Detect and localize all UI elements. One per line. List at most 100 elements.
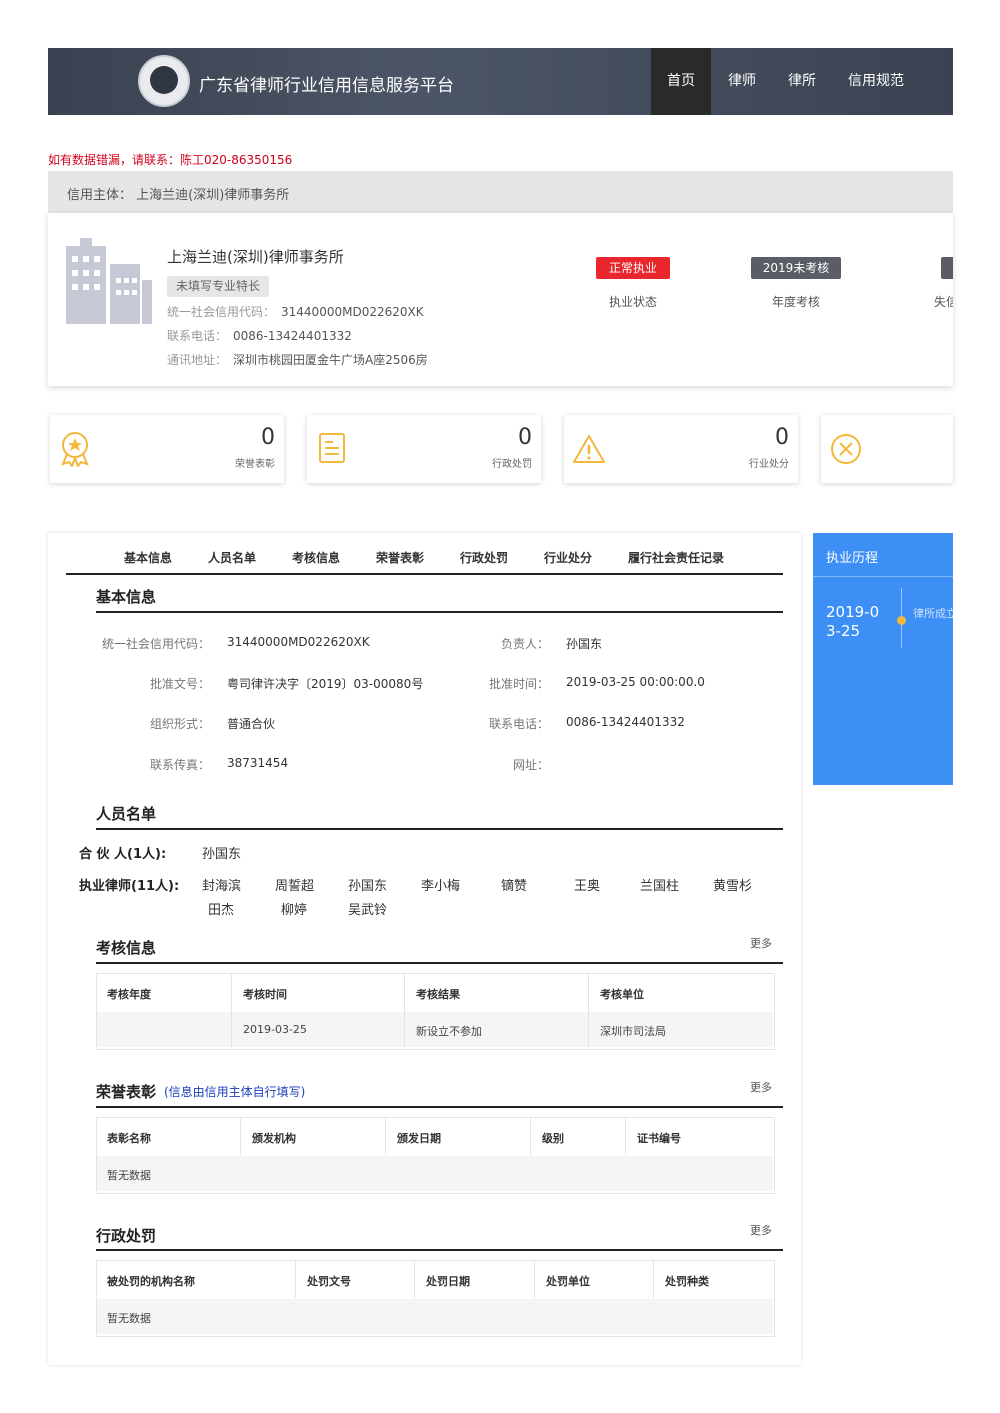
table-row — [97, 1299, 773, 1334]
lawyer-name[interactable]: 镝赞 — [501, 875, 527, 894]
personnel-title: 人员名单 — [96, 805, 157, 823]
lawyer-name[interactable]: 吴武铃 — [348, 899, 387, 918]
lawyer-name[interactable]: 柳婷 — [281, 899, 307, 918]
timeline-dot-icon — [897, 616, 906, 625]
penalties-title: 行政处罚 — [96, 1227, 157, 1245]
lawyer-name[interactable]: 李小梅 — [421, 875, 460, 894]
stat-honors-label: 荣誉表彰 — [235, 459, 275, 470]
stat-industry-sanction-value: 0 — [775, 425, 789, 450]
credit-badge — [941, 257, 953, 279]
tab-industry-sanction[interactable]: 行业处分 — [544, 549, 592, 566]
stat-admin-penalty-label: 行政处罚 — [492, 459, 532, 470]
penalties-col-doc-no: 处罚文号 — [307, 1275, 351, 1288]
stat-honors-value: 0 — [261, 425, 275, 450]
field-principal-value: 孙国东 — [566, 637, 603, 651]
field-website-label: 网址： — [512, 758, 549, 772]
assessment-title: 考核信息 — [96, 939, 157, 957]
field-approval-no-value: 粤司律许决字〔2019〕03-00080号 — [227, 677, 424, 691]
tab-assessment[interactable]: 考核信息 — [292, 549, 340, 566]
annual-label: 年度考核 — [771, 295, 820, 309]
data-error-notice: 如有数据错漏，请联系：陈工020-86350156 — [48, 153, 293, 167]
assessment-cell-time: 2019-03-25 — [243, 1023, 307, 1036]
detail-panel — [48, 533, 801, 1365]
tab-personnel[interactable]: 人员名单 — [208, 549, 256, 566]
lawyer-name[interactable]: 周誓超 — [275, 875, 314, 894]
partners-label: 合 伙 人(1人): — [79, 847, 167, 862]
assessment-col-unit: 考核单位 — [600, 988, 644, 1001]
field-org-form-value: 普通合伙 — [227, 717, 276, 731]
column-divider — [404, 974, 405, 1047]
credit-code-label: 统一社会信用代码： — [167, 305, 276, 319]
annual-badge: 2019未考核 — [751, 257, 841, 279]
column-divider — [414, 1261, 415, 1298]
lawyer-name[interactable]: 孙国东 — [348, 875, 387, 894]
lawyer-name[interactable]: 王奥 — [574, 875, 600, 894]
lawyer-name[interactable]: 田杰 — [208, 899, 234, 918]
honors-col-issuer: 颁发机构 — [252, 1132, 296, 1145]
lawyer-name[interactable]: 黄雪杉 — [713, 875, 752, 894]
honors-title: 荣誉表彰 — [96, 1083, 157, 1101]
basic-info-divider — [96, 611, 783, 613]
subject-line: 信用主体： 上海兰迪(深圳)律师事务所 — [67, 184, 289, 203]
field-fax-label: 联系传真： — [149, 758, 210, 772]
credit-code-value: 31440000MD022620XK — [281, 305, 424, 319]
honors-note: (信息由信用主体自行填写) — [164, 1085, 306, 1099]
specialty-tag: 未填写专业特长 — [167, 276, 270, 297]
nav-credit-rules[interactable]: 信用规范 — [835, 48, 917, 115]
history-panel — [813, 533, 953, 785]
column-divider — [385, 1118, 386, 1155]
lawyer-name[interactable]: 封海滨 — [202, 875, 241, 894]
document-icon — [319, 433, 345, 463]
field-approval-time-value: 2019-03-25 00:00:00.0 — [566, 675, 705, 689]
field-credit-code-value: 31440000MD022620XK — [227, 635, 370, 649]
phone-line: 联系电话： 0086-13424401332 — [167, 327, 352, 344]
column-divider — [295, 1261, 296, 1298]
field-credit-code-label: 统一社会信用代码： — [101, 637, 210, 651]
nav-home[interactable]: 首页 — [651, 48, 711, 115]
honors-more-link[interactable]: 更多 — [750, 1079, 772, 1095]
penalties-col-unit: 处罚单位 — [546, 1275, 590, 1288]
penalties-col-org: 被处罚的机构名称 — [107, 1275, 195, 1288]
column-divider — [653, 1261, 654, 1298]
assessment-divider — [96, 962, 783, 964]
warning-icon — [573, 435, 605, 463]
firm-name: 上海兰迪(深圳)律师事务所 — [167, 248, 344, 266]
column-divider — [534, 1261, 535, 1298]
phone-label: 联系电话： — [167, 329, 228, 343]
penalties-divider — [96, 1249, 783, 1251]
lawyers-label: 执业律师(11人): — [79, 879, 180, 894]
field-phone-value: 0086-13424401332 — [566, 715, 685, 729]
partner-name[interactable]: 孙国东 — [202, 843, 241, 862]
history-divider — [813, 576, 953, 577]
tab-admin-penalty[interactable]: 行政处罚 — [460, 549, 508, 566]
assessment-more-link[interactable]: 更多 — [750, 935, 772, 951]
penalties-empty: 暂无数据 — [107, 1312, 151, 1325]
tabs-underline — [66, 573, 783, 575]
penalties-col-type: 处罚种类 — [665, 1275, 709, 1288]
address-line: 通讯地址： 深圳市桃园田厦金牛广场A座2506房 — [167, 351, 428, 368]
tab-social-responsibility[interactable]: 履行社会责任记录 — [628, 549, 724, 566]
nav-firms[interactable]: 律所 — [773, 48, 831, 115]
close-circle-icon — [831, 434, 861, 464]
phone-value: 0086-13424401332 — [233, 329, 352, 343]
column-divider — [588, 974, 589, 1047]
assessment-col-year: 考核年度 — [107, 988, 151, 1001]
subject-name: 上海兰迪(深圳)律师事务所 — [136, 188, 290, 203]
nav-lawyers[interactable]: 律师 — [713, 48, 771, 115]
tab-honors[interactable]: 荣誉表彰 — [376, 549, 424, 566]
honors-col-level: 级别 — [542, 1132, 564, 1145]
tab-basic-info[interactable]: 基本信息 — [124, 549, 172, 566]
field-principal-label: 负责人： — [500, 637, 549, 651]
subject-label: 信用主体： — [67, 188, 133, 203]
field-approval-no-label: 批准文号： — [149, 677, 210, 691]
credit-code-line: 统一社会信用代码： 31440000MD022620XK — [167, 303, 424, 320]
address-value: 深圳市桃园田厦金牛广场A座2506房 — [233, 353, 428, 367]
field-phone-label: 联系电话： — [488, 717, 549, 731]
assessment-col-result: 考核结果 — [416, 988, 460, 1001]
penalties-more-link[interactable]: 更多 — [750, 1222, 772, 1238]
assessment-cell-unit: 深圳市司法局 — [600, 1025, 666, 1038]
penalties-col-date: 处罚日期 — [426, 1275, 470, 1288]
honors-col-name: 表彰名称 — [107, 1132, 151, 1145]
site-title[interactable]: 广东省律师行业信用信息服务平台 — [199, 71, 454, 96]
lawyer-name[interactable]: 兰国柱 — [640, 875, 679, 894]
